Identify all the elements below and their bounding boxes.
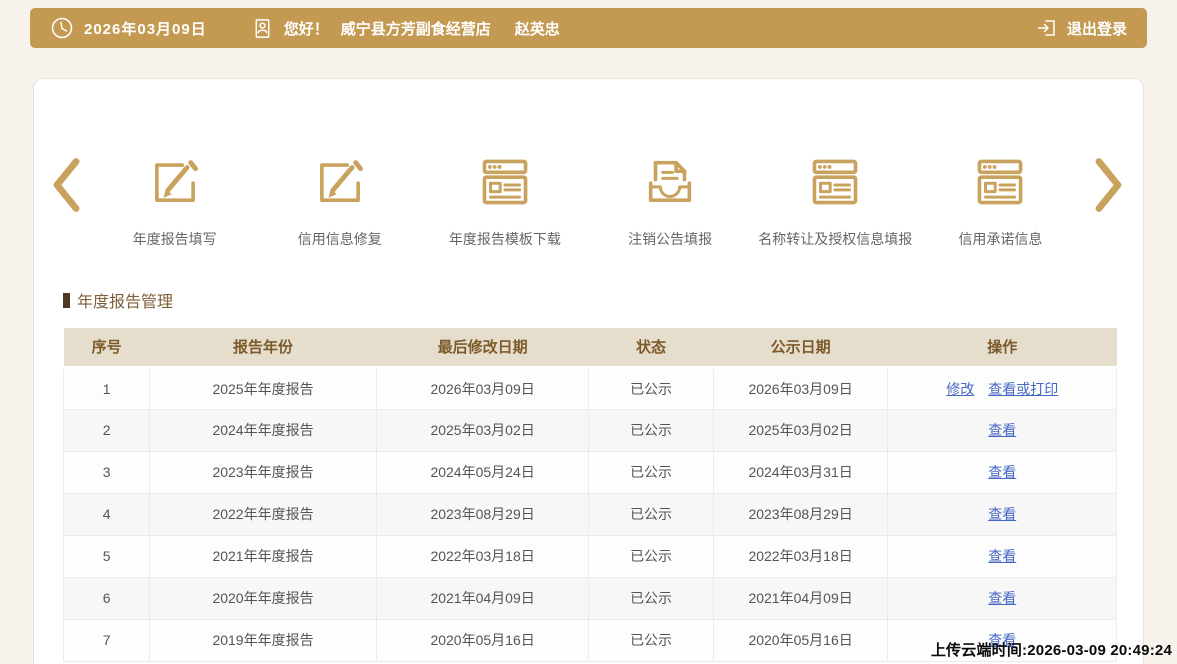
user-group: 您好！ 威宁县方芳副食经营店 赵英忠 (251, 16, 560, 41)
feature-item-年度报告模板下载[interactable]: 年度报告模板下载 (422, 153, 587, 249)
cell-actions: 查看 (888, 535, 1117, 577)
main-panel: 年度报告填写 信用信息修复 年度报告模板下载 注销公告填报 名称转让及授权信息填… (33, 78, 1144, 664)
action-link[interactable]: 查看 (988, 464, 1016, 480)
cell-last-modified: 2023年08月29日 (376, 493, 589, 535)
cell-actions: 查看 (888, 409, 1117, 451)
header-publish-date: 公示日期 (713, 328, 888, 367)
action-link[interactable]: 查看或打印 (988, 381, 1058, 397)
cell-report-year: 2023年年度报告 (150, 451, 376, 493)
cell-last-modified: 2020年05月16日 (376, 619, 589, 661)
cell-publish-date: 2025年03月02日 (713, 409, 888, 451)
top-bar: 2026年03月09日 您好！ 威宁县方芳副食经营店 赵英忠 退出登录 (30, 8, 1147, 48)
cell-publish-date: 2021年04月09日 (713, 577, 888, 619)
header-report-year: 报告年份 (150, 328, 376, 367)
clock-icon (50, 16, 74, 40)
cell-actions: 查看 (888, 451, 1117, 493)
cell-status: 已公示 (589, 535, 713, 577)
form-icon (971, 153, 1029, 211)
logout-button[interactable]: 退出登录 (1035, 16, 1127, 40)
upload-timestamp-watermark: 上传云端时间:2026-03-09 20:49:24 (931, 639, 1172, 660)
cell-no: 1 (64, 367, 150, 409)
header-last-modified: 最后修改日期 (376, 328, 589, 367)
cell-no: 5 (64, 535, 150, 577)
action-link[interactable]: 修改 (946, 381, 974, 397)
cell-status: 已公示 (589, 409, 713, 451)
cell-report-year: 2024年年度报告 (150, 409, 376, 451)
logout-icon (1035, 16, 1059, 40)
cell-no: 6 (64, 577, 150, 619)
cell-last-modified: 2021年04月09日 (376, 577, 589, 619)
cell-report-year: 2020年年度报告 (150, 577, 376, 619)
action-link[interactable]: 查看 (988, 590, 1016, 606)
feature-items: 年度报告填写 信用信息修复 年度报告模板下载 注销公告填报 名称转让及授权信息填… (92, 153, 1083, 249)
table-row: 2 2024年年度报告 2025年03月02日 已公示 2025年03月02日 … (64, 409, 1117, 451)
cell-no: 3 (64, 451, 150, 493)
cell-report-year: 2025年年度报告 (150, 367, 376, 409)
form-icon (476, 153, 534, 211)
cell-status: 已公示 (589, 493, 713, 535)
user-name: 赵英忠 (515, 18, 560, 39)
title-bullet (63, 293, 70, 308)
date-group: 2026年03月09日 (50, 16, 207, 40)
inbox-icon (641, 153, 699, 211)
table-row: 1 2025年年度报告 2026年03月09日 已公示 2026年03月09日 … (64, 367, 1117, 409)
company-name: 威宁县方芳副食经营店 (341, 18, 491, 39)
cell-report-year: 2022年年度报告 (150, 493, 376, 535)
table-row: 3 2023年年度报告 2024年05月24日 已公示 2024年03月31日 … (64, 451, 1117, 493)
section-title-text: 年度报告管理 (77, 288, 173, 312)
greeting-text: 您好！ (284, 18, 329, 39)
feature-item-年度报告填写[interactable]: 年度报告填写 (92, 153, 257, 249)
header-actions: 操作 (888, 328, 1117, 367)
carousel-right-arrow[interactable] (1089, 157, 1129, 218)
cell-report-year: 2021年年度报告 (150, 535, 376, 577)
cell-no: 4 (64, 493, 150, 535)
cell-report-year: 2019年年度报告 (150, 619, 376, 661)
cell-actions: 查看 (888, 577, 1117, 619)
annual-report-table: 序号 报告年份 最后修改日期 状态 公示日期 操作 1 2025年年度报告 20… (63, 328, 1117, 662)
cell-publish-date: 2022年03月18日 (713, 535, 888, 577)
edit-icon (311, 153, 369, 211)
logout-label: 退出登录 (1067, 18, 1127, 39)
carousel-left-arrow[interactable] (46, 157, 86, 218)
table-row: 4 2022年年度报告 2023年08月29日 已公示 2023年08月29日 … (64, 493, 1117, 535)
cell-actions: 修改查看或打印 (888, 367, 1117, 409)
feature-item-注销公告填报[interactable]: 注销公告填报 (588, 153, 753, 249)
table-row: 6 2020年年度报告 2021年04月09日 已公示 2021年04月09日 … (64, 577, 1117, 619)
cell-publish-date: 2020年05月16日 (713, 619, 888, 661)
feature-item-名称转让及授权信息填报[interactable]: 名称转让及授权信息填报 (753, 153, 918, 249)
cell-publish-date: 2024年03月31日 (713, 451, 888, 493)
cell-publish-date: 2023年08月29日 (713, 493, 888, 535)
cell-last-modified: 2025年03月02日 (376, 409, 589, 451)
section-title: 年度报告管理 (63, 288, 1143, 312)
cell-last-modified: 2024年05月24日 (376, 451, 589, 493)
cell-last-modified: 2026年03月09日 (376, 367, 589, 409)
feature-carousel: 年度报告填写 信用信息修复 年度报告模板下载 注销公告填报 名称转让及授权信息填… (34, 79, 1143, 249)
cell-status: 已公示 (589, 577, 713, 619)
cell-publish-date: 2026年03月09日 (713, 367, 888, 409)
cell-status: 已公示 (589, 367, 713, 409)
edit-icon (146, 153, 204, 211)
cell-status: 已公示 (589, 451, 713, 493)
cell-no: 7 (64, 619, 150, 661)
cell-last-modified: 2022年03月18日 (376, 535, 589, 577)
table-row: 5 2021年年度报告 2022年03月18日 已公示 2022年03月18日 … (64, 535, 1117, 577)
cell-actions: 查看 (888, 493, 1117, 535)
action-link[interactable]: 查看 (988, 506, 1016, 522)
current-date: 2026年03月09日 (84, 18, 207, 39)
feature-item-信用信息修复[interactable]: 信用信息修复 (257, 153, 422, 249)
cell-status: 已公示 (589, 619, 713, 661)
feature-item-信用承诺信息[interactable]: 信用承诺信息 (918, 153, 1083, 249)
form-icon (806, 153, 864, 211)
header-no: 序号 (64, 328, 150, 367)
action-link[interactable]: 查看 (988, 422, 1016, 438)
header-status: 状态 (589, 328, 713, 367)
cell-no: 2 (64, 409, 150, 451)
table-header-row: 序号 报告年份 最后修改日期 状态 公示日期 操作 (64, 328, 1117, 367)
action-link[interactable]: 查看 (988, 548, 1016, 564)
id-badge-icon (251, 16, 274, 41)
